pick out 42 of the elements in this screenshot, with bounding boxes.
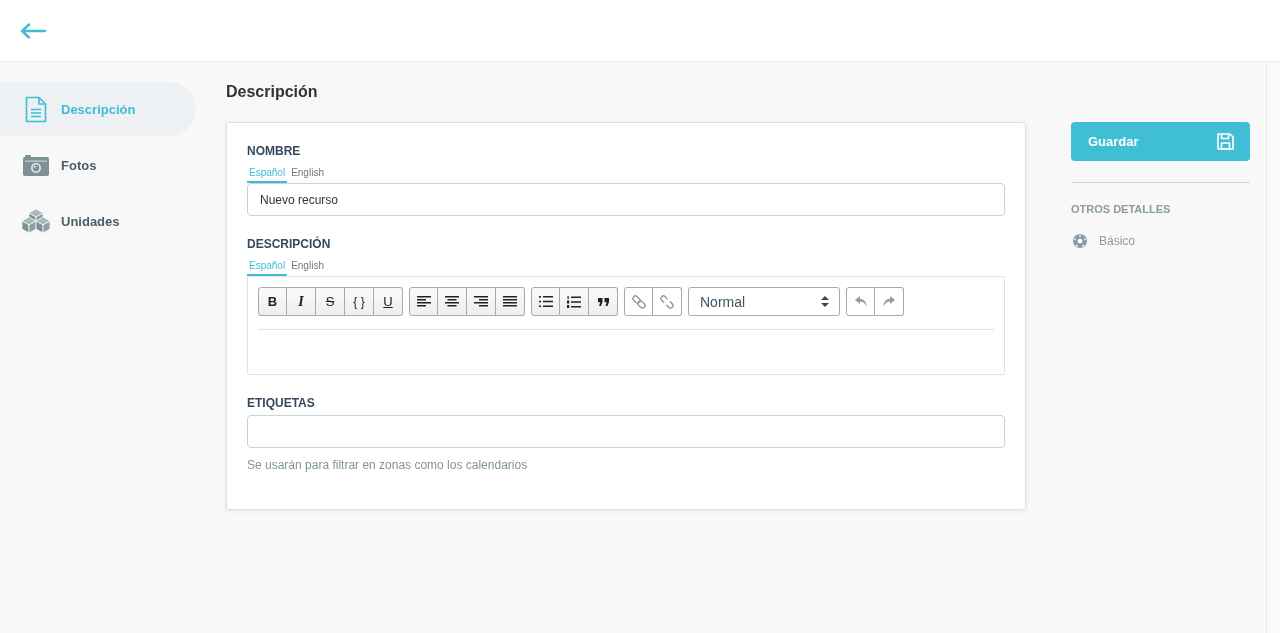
field-label: ETIQUETAS xyxy=(247,396,316,410)
field-label: NOMBRE xyxy=(247,144,302,158)
section-heading: OTROS DETALLES xyxy=(1071,203,1172,216)
undo-arrow-icon xyxy=(854,296,867,307)
language-tab[interactable]: English xyxy=(289,257,326,276)
numbered-list-button[interactable] xyxy=(560,287,589,316)
document-icon xyxy=(25,95,47,123)
quote-icon xyxy=(597,297,609,306)
field-label: DESCRIPCIÓN xyxy=(247,237,332,251)
underline-button[interactable]: U xyxy=(374,287,403,316)
align-right-icon xyxy=(474,296,488,307)
justify-button[interactable] xyxy=(496,287,525,316)
up-down-caret-icon xyxy=(821,296,829,307)
align-center-icon xyxy=(445,296,459,307)
strikethrough-button[interactable]: S xyxy=(316,287,345,316)
bold-button[interactable]: B xyxy=(258,287,287,316)
soccer-ball-icon xyxy=(1073,234,1087,248)
page-title: Descripción xyxy=(226,82,319,102)
language-tab[interactable]: English xyxy=(289,164,326,183)
link-icon xyxy=(631,294,646,309)
bullet-list-button[interactable] xyxy=(531,287,560,316)
sidebar-item[interactable]: Fotos xyxy=(0,138,196,192)
cubes-icon xyxy=(21,208,51,234)
broken-link-icon xyxy=(660,294,674,309)
numbered-list-icon xyxy=(567,295,581,308)
tags-input[interactable] xyxy=(247,415,1005,448)
align-left-button[interactable] xyxy=(409,287,438,316)
align-center-button[interactable] xyxy=(438,287,467,316)
save-icon xyxy=(1217,133,1234,150)
italic-button[interactable]: I xyxy=(287,287,316,316)
field-hint: Se usarán para filtrar en zonas como los calendarios xyxy=(247,458,529,472)
redo-arrow-icon xyxy=(883,296,895,307)
bullet-list-icon xyxy=(538,296,553,307)
code-button[interactable]: { } xyxy=(345,287,374,316)
name-input[interactable]: Nuevo recurso xyxy=(247,183,1005,216)
quote-button[interactable] xyxy=(589,287,618,316)
align-right-button[interactable] xyxy=(467,287,496,316)
justify-icon xyxy=(503,296,517,307)
sidebar-item[interactable]: Unidades xyxy=(0,194,196,248)
camera-icon xyxy=(23,154,49,176)
format-select[interactable]: Normal xyxy=(688,287,840,316)
align-left-icon xyxy=(416,296,431,307)
